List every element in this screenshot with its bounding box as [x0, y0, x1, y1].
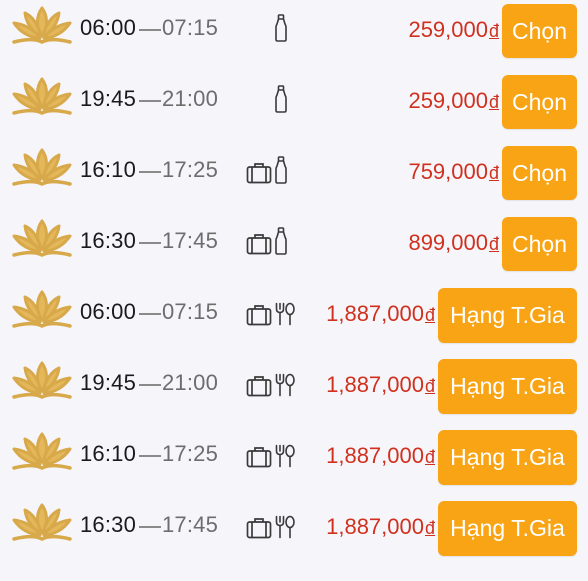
departure-time: 16:30 [80, 512, 137, 537]
time-separator [139, 526, 161, 528]
amenities [246, 298, 302, 328]
bottle-icon [274, 156, 288, 184]
luggage-icon [246, 162, 272, 184]
flight-row[interactable]: 16:10 17:25 759,000đ Chọn [0, 142, 588, 213]
time-separator [139, 171, 161, 173]
luggage-icon [246, 304, 272, 326]
bottle-icon [274, 85, 288, 113]
flight-row[interactable]: 16:30 17:45 899,000đ Chọn [0, 213, 588, 284]
lotus-logo-icon [10, 2, 74, 48]
flight-row[interactable]: 19:45 21:00 259,000đ Chọn [0, 71, 588, 142]
lotus-logo-icon [10, 286, 74, 332]
business-class-button[interactable]: Hạng T.Gia [438, 501, 577, 556]
lotus-logo-icon [10, 499, 74, 545]
price: 1,887,000đ [326, 514, 435, 539]
price: 1,887,000đ [326, 301, 435, 326]
flight-row[interactable]: 19:45 21:00 1,887,000đ Hạng T.Gia [0, 355, 588, 426]
time-separator [139, 29, 161, 31]
select-button[interactable]: Chọn [502, 75, 577, 129]
amenities [246, 227, 302, 257]
departure-time: 16:10 [80, 441, 137, 466]
luggage-icon [246, 233, 272, 255]
amenities [246, 14, 302, 44]
bottle-icon [274, 227, 288, 255]
price: 259,000đ [408, 17, 499, 42]
departure-time: 19:45 [80, 370, 137, 395]
business-class-button[interactable]: Hạng T.Gia [438, 359, 577, 414]
price: 899,000đ [408, 230, 499, 255]
currency: đ [424, 518, 435, 538]
currency: đ [488, 234, 499, 254]
departure-time: 06:00 [80, 15, 137, 40]
select-button[interactable]: Chọn [502, 146, 577, 200]
time-separator [139, 384, 161, 386]
price: 259,000đ [408, 88, 499, 113]
time-separator [139, 313, 161, 315]
amenities [246, 440, 302, 470]
luggage-icon [246, 517, 272, 539]
amenities [246, 369, 302, 399]
bottle-icon [274, 14, 288, 42]
price: 1,887,000đ [326, 443, 435, 468]
luggage-icon [246, 446, 272, 468]
arrival-time: 21:00 [162, 86, 219, 111]
lotus-logo-icon [10, 428, 74, 474]
arrival-time: 21:00 [162, 370, 219, 395]
meal-icon [274, 302, 296, 326]
arrival-time: 17:45 [162, 512, 219, 537]
departure-time: 16:10 [80, 157, 137, 182]
select-button[interactable]: Chọn [502, 217, 577, 271]
flight-row[interactable]: 16:30 17:45 1,887,000đ Hạng T.Gia [0, 497, 588, 568]
lotus-logo-icon [10, 73, 74, 119]
flight-row[interactable]: 06:00 07:15 259,000đ Chọn [0, 0, 588, 71]
meal-icon [274, 444, 296, 468]
currency: đ [488, 163, 499, 183]
flight-row[interactable]: 06:00 07:15 1,887,000đ Hạng T.Gia [0, 284, 588, 355]
arrival-time: 07:15 [162, 15, 219, 40]
currency: đ [488, 92, 499, 112]
departure-time: 16:30 [80, 228, 137, 253]
time-separator [139, 100, 161, 102]
arrival-time: 07:15 [162, 299, 219, 324]
price: 1,887,000đ [326, 372, 435, 397]
meal-icon [274, 515, 296, 539]
amenities [246, 156, 302, 186]
currency: đ [424, 376, 435, 396]
select-button[interactable]: Chọn [502, 4, 577, 58]
time-separator [139, 455, 161, 457]
departure-time: 06:00 [80, 299, 137, 324]
lotus-logo-icon [10, 215, 74, 261]
arrival-time: 17:45 [162, 228, 219, 253]
currency: đ [424, 305, 435, 325]
lotus-logo-icon [10, 357, 74, 403]
business-class-button[interactable]: Hạng T.Gia [438, 430, 577, 485]
departure-time: 19:45 [80, 86, 137, 111]
luggage-icon [246, 375, 272, 397]
arrival-time: 17:25 [162, 157, 219, 182]
arrival-time: 17:25 [162, 441, 219, 466]
flight-row[interactable]: 16:10 17:25 1,887,000đ Hạng T.Gia [0, 426, 588, 497]
amenities [246, 511, 302, 541]
lotus-logo-icon [10, 144, 74, 190]
amenities [246, 85, 302, 115]
price: 759,000đ [408, 159, 499, 184]
currency: đ [488, 21, 499, 41]
business-class-button[interactable]: Hạng T.Gia [438, 288, 577, 343]
time-separator [139, 242, 161, 244]
meal-icon [274, 373, 296, 397]
currency: đ [424, 447, 435, 467]
